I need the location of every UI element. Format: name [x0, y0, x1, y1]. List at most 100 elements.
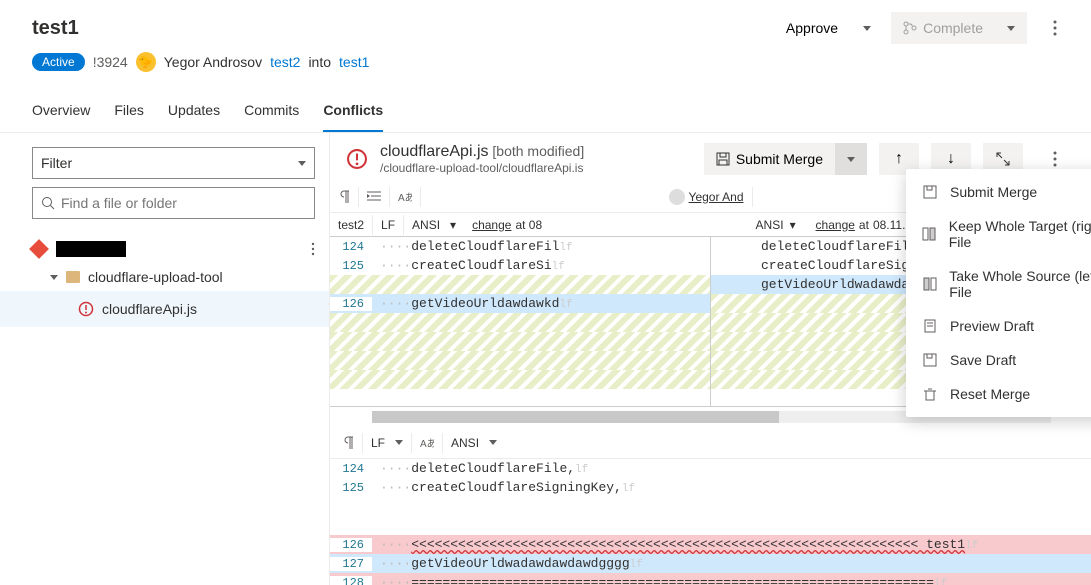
line-text: ····deleteCloudflareFile,lf	[372, 461, 1091, 476]
chevron-down-icon	[1007, 26, 1015, 31]
mb-lf[interactable]: LF	[363, 436, 411, 450]
code-line[interactable]: 128····=================================…	[330, 573, 1091, 585]
left-pane[interactable]: 124····deleteCloudflareFillf125····creat…	[330, 237, 710, 406]
filter-label: Filter	[41, 155, 72, 171]
pilcrow-icon	[342, 436, 354, 450]
search-box[interactable]	[32, 187, 315, 219]
change-link[interactable]: change	[816, 218, 855, 232]
line-text: ····getVideoUrldwadawdawdawdgggglf	[372, 556, 1091, 571]
eb-font[interactable]: Aあ	[390, 181, 420, 212]
svg-text:Aあ: Aあ	[420, 438, 434, 449]
encoding-select[interactable]: ANSI ▾	[404, 213, 464, 236]
target-branch-link[interactable]: test1	[339, 54, 369, 70]
complete-dropdown[interactable]	[995, 12, 1027, 44]
merge-editor[interactable]: 124····deleteCloudflareFile,lf125····cre…	[330, 459, 1091, 585]
folder-label: cloudflare-upload-tool	[88, 269, 223, 285]
lf-select[interactable]: LF	[373, 213, 403, 236]
approve-button[interactable]: Approve	[773, 12, 851, 44]
author-name[interactable]: Yegor And	[689, 190, 744, 204]
code-line[interactable]	[330, 516, 1091, 535]
left-change-info: change at 08	[464, 213, 747, 236]
main: cloudflareApi.js [both modified] /cloudf…	[330, 133, 1091, 585]
code-line[interactable]: 125····createCloudflareSilf	[330, 256, 710, 275]
status-badge: Active	[32, 53, 85, 71]
dd-submit-merge[interactable]: Submit Merge	[906, 175, 1091, 209]
code-line[interactable]	[330, 332, 710, 351]
chevron-down-icon	[395, 440, 403, 445]
right-encoding[interactable]: ANSI ▾	[748, 213, 808, 236]
tab-commits[interactable]: Commits	[244, 92, 299, 132]
eb-paragraph[interactable]	[330, 181, 358, 212]
save-icon	[922, 185, 938, 199]
dd-label: Save Draft	[950, 352, 1016, 368]
tabs: Overview Files Updates Commits Conflicts	[0, 92, 1091, 133]
line-text: ····createCloudflareSigningKey,lf	[372, 480, 1091, 495]
font-icon: Aあ	[398, 191, 412, 203]
dd-save-draft[interactable]: Save Draft	[906, 343, 1091, 377]
code-line[interactable]: 127····getVideoUrldwadawdawdawdgggglf	[330, 554, 1091, 573]
at-word: at	[859, 218, 869, 232]
mb-font[interactable]: Aあ	[412, 437, 442, 449]
line-text: ····getVideoUrldawdawkdlf	[372, 296, 710, 311]
line-number: 124	[330, 240, 372, 254]
chevron-down-icon	[50, 275, 58, 280]
code-line[interactable]: 125····createCloudflareSigningKey,lf	[330, 478, 1091, 497]
font-icon: Aあ	[420, 437, 434, 449]
submit-merge-button[interactable]: Submit Merge	[704, 143, 835, 175]
tab-overview[interactable]: Overview	[32, 92, 90, 132]
dd-label: Keep Whole Target (right) File	[949, 218, 1091, 250]
dd-label: Take Whole Source (left) File	[949, 268, 1091, 300]
merge-toolbar: LF Aあ ANSI	[330, 427, 1091, 459]
code-line[interactable]	[330, 275, 710, 294]
repo-row[interactable]	[32, 235, 315, 263]
code-line[interactable]	[330, 351, 710, 370]
dd-reset-merge[interactable]: Reset Merge	[906, 377, 1091, 411]
conflict-icon	[78, 301, 94, 317]
code-line[interactable]: 126····<<<<<<<<<<<<<<<<<<<<<<<<<<<<<<<<<…	[330, 535, 1091, 554]
kebab-icon[interactable]	[311, 242, 315, 256]
repo-name	[56, 241, 126, 257]
tree-file[interactable]: cloudflareApi.js	[0, 291, 329, 327]
pr-id: !3924	[93, 54, 128, 70]
code-line[interactable]: 124····deleteCloudflareFillf	[330, 237, 710, 256]
line-number: 126	[330, 538, 372, 552]
avatar: 🐤	[136, 52, 156, 72]
search-icon	[41, 196, 55, 210]
code-line[interactable]: 124····deleteCloudflareFile,lf	[330, 459, 1091, 478]
branch-label: test2	[330, 213, 372, 236]
mb-encoding[interactable]: ANSI	[443, 436, 505, 450]
pr-meta: Active !3924 🐤 Yegor Androsov test2 into…	[32, 52, 1075, 72]
file-status: [both modified]	[492, 143, 584, 159]
kebab-icon	[1053, 151, 1057, 167]
code-line[interactable]	[330, 370, 710, 389]
dd-keep-target[interactable]: Keep Whole Target (right) File	[906, 209, 1091, 259]
eb-indent[interactable]	[359, 181, 389, 212]
approve-dropdown[interactable]	[851, 12, 883, 44]
search-input[interactable]	[61, 195, 306, 211]
line-text: ····createCloudflareSilf	[372, 258, 710, 273]
dd-take-source[interactable]: Take Whole Source (left) File	[906, 259, 1091, 309]
tree-folder[interactable]: cloudflare-upload-tool	[32, 263, 315, 291]
dd-preview-draft[interactable]: Preview Draft	[906, 309, 1091, 343]
dd-label: Submit Merge	[950, 184, 1037, 200]
file-right-icon	[922, 227, 937, 241]
folder-icon	[66, 271, 80, 283]
submit-merge-group: Submit Merge	[704, 143, 867, 175]
more-actions-button[interactable]	[1035, 12, 1075, 44]
file-name: cloudflareApi.js	[380, 143, 489, 160]
code-line[interactable]	[330, 313, 710, 332]
code-line[interactable]	[330, 497, 1091, 516]
code-line[interactable]: 126····getVideoUrldawdawkdlf	[330, 294, 710, 313]
filter-select[interactable]: Filter	[32, 147, 315, 179]
conflict-icon	[346, 148, 368, 170]
author-name: Yegor Androsov	[164, 54, 262, 70]
tab-conflicts[interactable]: Conflicts	[323, 92, 383, 132]
mb-paragraph[interactable]	[334, 436, 362, 450]
scrollbar-thumb[interactable]	[372, 411, 779, 423]
source-branch-link[interactable]: test2	[270, 54, 300, 70]
tab-files[interactable]: Files	[114, 92, 144, 132]
tab-updates[interactable]: Updates	[168, 92, 220, 132]
change-link[interactable]: change	[472, 218, 511, 232]
complete-button[interactable]: Complete	[891, 12, 995, 44]
submit-merge-dropdown[interactable]	[835, 143, 867, 175]
